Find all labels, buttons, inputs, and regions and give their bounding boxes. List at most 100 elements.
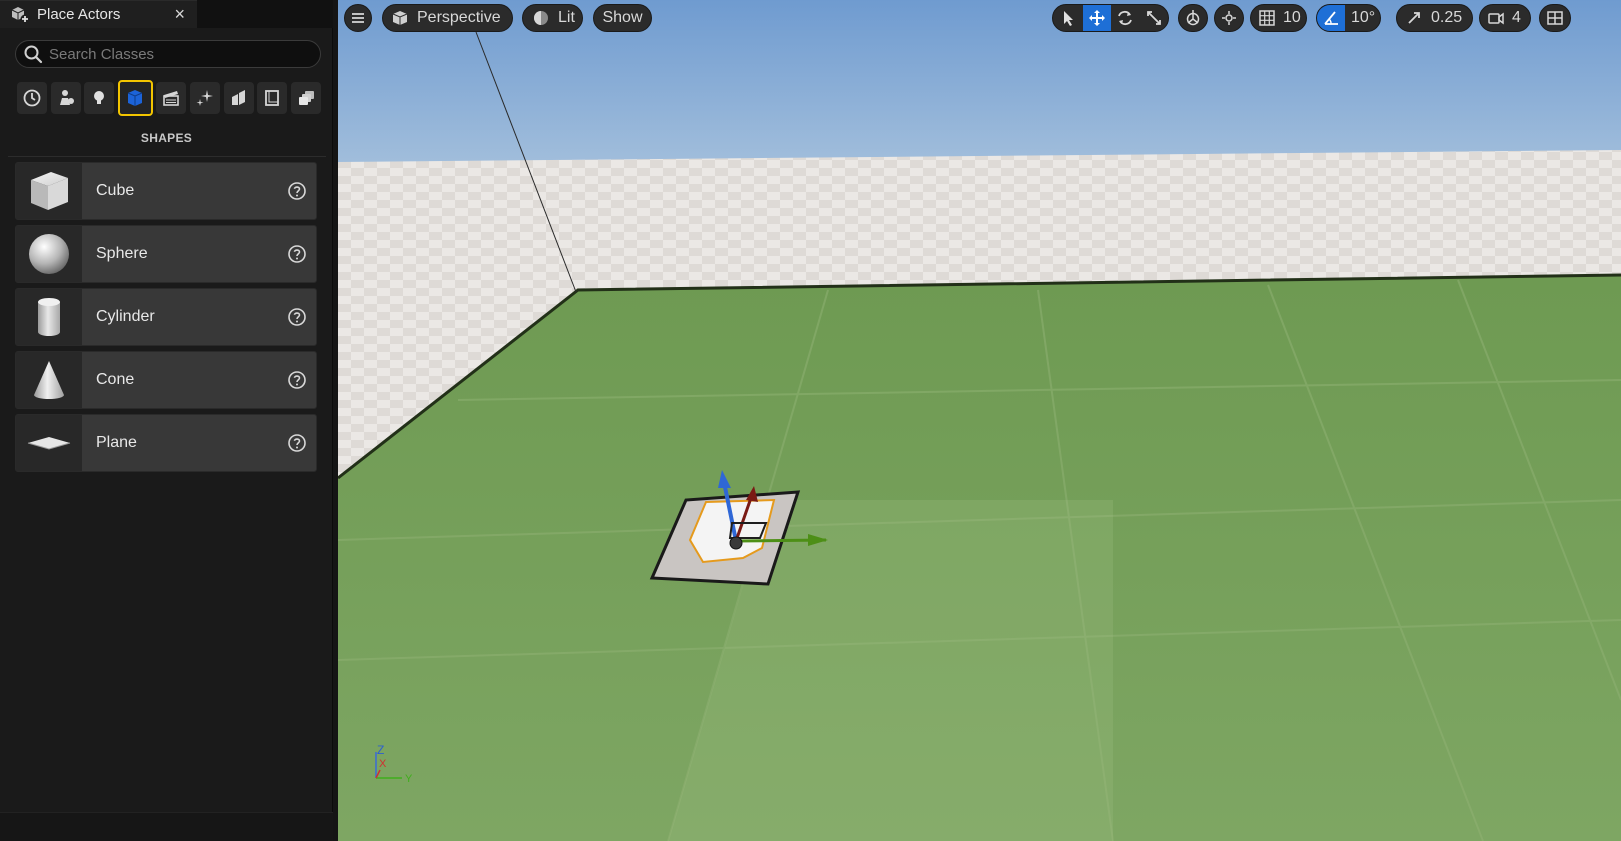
category-volumes-button[interactable] xyxy=(257,82,288,114)
cone-thumbnail xyxy=(16,352,82,408)
actor-item-sphere[interactable]: Sphere xyxy=(15,225,317,283)
scale-snap-button[interactable]: 0.25 xyxy=(1396,4,1473,32)
show-button[interactable]: Show xyxy=(593,4,652,32)
select-tool-button[interactable] xyxy=(1053,5,1083,31)
viewport-toolbar: Perspective Lit Show 10 10° 0.25 4 xyxy=(338,0,1621,36)
lit-sphere-icon xyxy=(534,11,548,25)
rotate-icon xyxy=(1118,10,1133,26)
help-icon[interactable] xyxy=(287,307,307,327)
volume-icon xyxy=(265,90,280,106)
panel-footer xyxy=(0,812,333,841)
search-field[interactable] xyxy=(15,40,321,68)
scale-snap-icon xyxy=(1408,12,1420,24)
plane-icon xyxy=(27,437,71,450)
close-tab-button[interactable]: × xyxy=(174,5,185,23)
category-bar xyxy=(17,80,324,116)
cursor-icon xyxy=(1064,11,1074,26)
clock-icon xyxy=(23,89,41,107)
sphere-thumbnail xyxy=(16,226,82,282)
surface-snapping-button[interactable] xyxy=(1214,4,1244,32)
perspective-cube-icon xyxy=(392,11,408,25)
axis-y-label: Y xyxy=(405,773,413,784)
editor-window: Place Actors × Search Classes SHAPES Cub… xyxy=(0,0,1621,841)
place-actors-icon xyxy=(9,6,31,24)
scale-tool-button[interactable] xyxy=(1139,5,1168,31)
category-all-classes-button[interactable] xyxy=(290,82,321,114)
actor-item-label: Sphere xyxy=(96,245,148,262)
axis-z-label: Z xyxy=(377,743,384,757)
scale-icon xyxy=(1146,11,1161,25)
rotation-snap-value: 10° xyxy=(1351,9,1376,26)
stacked-boxes-icon xyxy=(298,91,314,105)
move-arrows-icon xyxy=(1089,10,1106,26)
cube-thumbnail xyxy=(16,163,82,219)
category-lights-button[interactable] xyxy=(84,82,115,114)
sphere-icon xyxy=(29,234,69,274)
cube-icon xyxy=(31,172,68,210)
lit-button[interactable]: Lit xyxy=(522,4,583,32)
search-icon xyxy=(24,45,43,64)
view-mode-label: Perspective xyxy=(417,9,501,26)
grid-snap-value: 10 xyxy=(1283,9,1301,26)
section-title: SHAPES xyxy=(140,131,193,145)
hamburger-icon xyxy=(352,13,364,23)
help-icon[interactable] xyxy=(287,433,307,453)
cylinder-icon xyxy=(38,298,60,336)
plane-thumbnail xyxy=(16,415,82,471)
basic-actors-icon xyxy=(59,90,74,105)
camera-icon xyxy=(1488,12,1504,25)
actor-item-cone[interactable]: Cone xyxy=(15,351,317,409)
grid-snap-button[interactable]: 10 xyxy=(1250,4,1307,32)
category-basic-button[interactable] xyxy=(50,82,81,114)
rotate-tool-button[interactable] xyxy=(1111,5,1140,31)
cylinder-thumbnail xyxy=(16,289,82,345)
tab-title: Place Actors xyxy=(37,6,121,23)
clapperboard-icon xyxy=(163,91,180,106)
blue-cube-icon xyxy=(128,90,143,106)
scale-snap-value: 0.25 xyxy=(1431,9,1463,26)
actor-item-cylinder[interactable]: Cylinder xyxy=(15,288,317,346)
translate-tool-button[interactable] xyxy=(1083,5,1111,31)
world-space-icon xyxy=(1186,10,1200,26)
actor-item-label: Cube xyxy=(96,182,135,199)
rotation-snap-toggle[interactable] xyxy=(1317,5,1345,31)
actor-item-label: Cone xyxy=(96,371,135,388)
layout-grid-icon xyxy=(1547,11,1563,25)
panel-tab-bar: Place Actors × xyxy=(0,0,333,28)
actor-item-label: Cylinder xyxy=(96,308,155,325)
place-actors-panel: Place Actors × Search Classes SHAPES Cub… xyxy=(0,0,333,841)
category-cinematic-button[interactable] xyxy=(156,82,187,114)
perspective-button[interactable]: Perspective xyxy=(382,4,513,32)
category-shapes-button[interactable] xyxy=(117,80,153,116)
help-icon[interactable] xyxy=(287,244,307,264)
axis-indicator: Z X Y xyxy=(375,743,413,784)
geometry-icon xyxy=(231,90,245,105)
cone-icon xyxy=(34,361,64,399)
viewport-scene xyxy=(338,0,1621,841)
category-recent-button[interactable] xyxy=(17,82,47,114)
viewport-layout-button[interactable] xyxy=(1539,4,1571,32)
angle-icon xyxy=(1324,11,1338,25)
section-divider xyxy=(8,156,326,157)
coordinate-space-button[interactable] xyxy=(1178,4,1208,32)
category-geometry-button[interactable] xyxy=(223,82,254,114)
category-effects-button[interactable] xyxy=(189,82,220,114)
surface-snap-icon xyxy=(1222,11,1236,25)
place-actors-tab[interactable]: Place Actors × xyxy=(0,0,197,28)
help-icon[interactable] xyxy=(287,181,307,201)
search-input[interactable] xyxy=(49,45,299,63)
level-viewport[interactable]: Perspective Lit Show 10 10° 0.25 4 Z X Y xyxy=(338,0,1621,841)
transform-tools xyxy=(1052,4,1169,32)
sparkles-icon xyxy=(196,90,213,106)
camera-speed-button[interactable]: 4 xyxy=(1479,4,1531,32)
viewport-menu-button[interactable] xyxy=(344,4,372,32)
actor-item-cube[interactable]: Cube xyxy=(15,162,317,220)
lighting-label: Lit xyxy=(558,9,575,26)
actor-item-label: Plane xyxy=(96,434,137,451)
help-icon[interactable] xyxy=(287,370,307,390)
light-bulb-icon xyxy=(94,91,105,104)
axis-x-label: X xyxy=(379,758,387,770)
rotation-snap-button[interactable]: 10° xyxy=(1316,4,1381,32)
camera-speed-value: 4 xyxy=(1512,9,1521,26)
actor-item-plane[interactable]: Plane xyxy=(15,414,317,472)
